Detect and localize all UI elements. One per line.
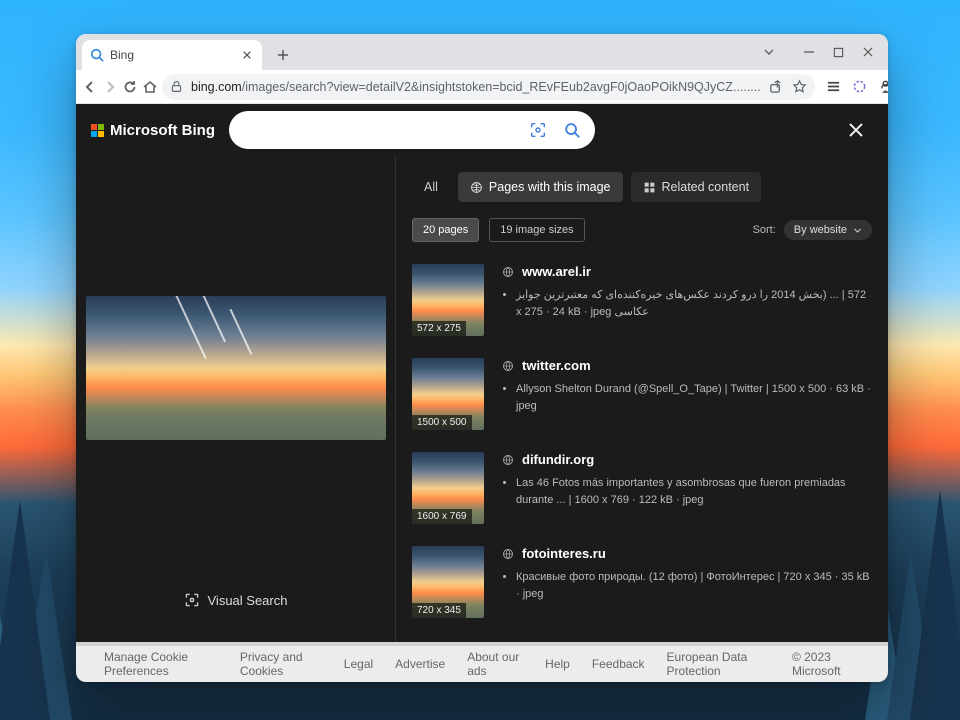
search-icon[interactable] bbox=[557, 115, 587, 145]
bing-favicon-icon bbox=[90, 48, 104, 62]
window-controls bbox=[763, 34, 884, 70]
browser-tab[interactable]: Bing bbox=[82, 40, 262, 70]
extension-icon[interactable] bbox=[875, 76, 888, 98]
chevron-down-icon bbox=[853, 226, 862, 235]
footer-link[interactable]: About our ads bbox=[467, 650, 523, 678]
footer-link[interactable]: Manage Cookie Preferences bbox=[104, 650, 218, 678]
result-detail: ‫572 | ... (بخش 2014 را درو کردند عکس‌ها… bbox=[516, 287, 872, 320]
search-box[interactable] bbox=[229, 111, 595, 149]
tab-strip: Bing bbox=[76, 34, 888, 70]
result-thumbnail[interactable]: 720 x 345 bbox=[412, 546, 484, 618]
share-icon[interactable] bbox=[769, 79, 784, 94]
footer-link[interactable]: Help bbox=[545, 657, 570, 671]
results-list: 572 x 275 www.arel.ir ‫572 | ... (بخش 20… bbox=[412, 264, 872, 618]
globe-icon bbox=[502, 266, 514, 278]
visual-search-label: Visual Search bbox=[208, 593, 288, 608]
nav-reload-button[interactable] bbox=[122, 74, 138, 100]
globe-icon bbox=[502, 454, 514, 466]
footer-link[interactable]: Advertise bbox=[395, 657, 445, 671]
result-item: 1500 x 500 twitter.com Allyson Shelton D… bbox=[412, 358, 872, 430]
extension-icon[interactable] bbox=[823, 76, 845, 98]
image-preview-pane: Visual Search bbox=[76, 156, 396, 642]
bing-header: Microsoft Bing bbox=[76, 104, 888, 156]
result-thumbnail[interactable]: 1600 x 769 bbox=[412, 452, 484, 524]
tab-close-icon[interactable] bbox=[240, 48, 254, 62]
thumb-dimensions: 1500 x 500 bbox=[412, 415, 472, 430]
page-footer: Manage Cookie Preferences Privacy and Co… bbox=[76, 642, 888, 682]
bookmark-star-icon[interactable] bbox=[792, 79, 807, 94]
sort-dropdown[interactable]: By website bbox=[784, 220, 872, 240]
result-site-link[interactable]: difundir.org bbox=[502, 452, 872, 467]
grid-icon bbox=[643, 181, 656, 194]
globe-grid-icon bbox=[470, 181, 483, 194]
chip-sizes[interactable]: 19 image sizes bbox=[489, 218, 584, 242]
thumb-dimensions: 1600 x 769 bbox=[412, 509, 472, 524]
bing-logo[interactable]: Microsoft Bing bbox=[90, 122, 215, 139]
overlay-close-button[interactable] bbox=[838, 112, 874, 148]
tab-pages-with-image[interactable]: Pages with this image bbox=[458, 172, 623, 202]
address-bar[interactable]: bing.com/images/search?view=detailV2&ins… bbox=[162, 74, 815, 100]
window-minimize-icon[interactable] bbox=[803, 46, 815, 58]
tab-title: Bing bbox=[110, 48, 234, 62]
new-tab-button[interactable] bbox=[270, 42, 296, 68]
result-detail: Allyson Shelton Durand (@Spell_O_Tape) |… bbox=[516, 381, 872, 414]
result-site-link[interactable]: www.arel.ir bbox=[502, 264, 872, 279]
result-item: 720 x 345 fotointeres.ru Красивые фото п… bbox=[412, 546, 872, 618]
visual-search-camera-icon[interactable] bbox=[523, 115, 553, 145]
result-detail: Красивые фото природы. (12 фото) | ФотоИ… bbox=[516, 569, 872, 602]
browser-toolbar: bing.com/images/search?view=detailV2&ins… bbox=[76, 70, 888, 104]
result-item: 572 x 275 www.arel.ir ‫572 | ... (بخش 20… bbox=[412, 264, 872, 336]
nav-forward-button[interactable] bbox=[102, 74, 118, 100]
nav-back-button[interactable] bbox=[82, 74, 98, 100]
window-maximize-icon[interactable] bbox=[833, 47, 844, 58]
url-text: bing.com/images/search?view=detailV2&ins… bbox=[191, 80, 761, 94]
globe-icon bbox=[502, 360, 514, 372]
page-content: Microsoft Bing bbox=[76, 104, 888, 682]
thumb-dimensions: 572 x 275 bbox=[412, 321, 466, 336]
footer-link[interactable]: Feedback bbox=[592, 657, 645, 671]
footer-link[interactable]: Legal bbox=[344, 657, 373, 671]
detail-tabs: All Pages with this image Related conten… bbox=[412, 172, 872, 202]
footer-copyright: © 2023 Microsoft bbox=[792, 650, 860, 678]
results-pane: All Pages with this image Related conten… bbox=[396, 156, 888, 642]
extensions-area bbox=[823, 76, 888, 98]
microsoft-logo-icon bbox=[90, 123, 104, 137]
search-input[interactable] bbox=[245, 122, 519, 138]
globe-icon bbox=[502, 548, 514, 560]
chip-pages[interactable]: 20 pages bbox=[412, 218, 479, 242]
extension-icon[interactable] bbox=[849, 76, 871, 98]
result-thumbnail[interactable]: 1500 x 500 bbox=[412, 358, 484, 430]
bing-logo-text: Microsoft Bing bbox=[110, 122, 215, 139]
visual-search-button[interactable]: Visual Search bbox=[184, 592, 288, 608]
result-thumbnail[interactable]: 572 x 275 bbox=[412, 264, 484, 336]
browser-window: Bing bing.com/images/search?view=detailV… bbox=[76, 34, 888, 682]
filter-row: 20 pages 19 image sizes Sort: By website bbox=[412, 218, 872, 242]
main-image[interactable] bbox=[86, 296, 386, 440]
footer-link[interactable]: Privacy and Cookies bbox=[240, 650, 322, 678]
tab-related-content[interactable]: Related content bbox=[631, 172, 762, 202]
tab-overflow-icon[interactable] bbox=[763, 46, 775, 58]
lock-icon bbox=[170, 80, 183, 93]
window-close-icon[interactable] bbox=[862, 46, 874, 58]
nav-home-button[interactable] bbox=[142, 74, 158, 100]
result-item: 1600 x 769 difundir.org Las 46 Fotos más… bbox=[412, 452, 872, 524]
thumb-dimensions: 720 x 345 bbox=[412, 603, 466, 618]
tab-all[interactable]: All bbox=[412, 172, 450, 202]
result-site-link[interactable]: fotointeres.ru bbox=[502, 546, 872, 561]
footer-link[interactable]: European Data Protection bbox=[667, 650, 770, 678]
result-site-link[interactable]: twitter.com bbox=[502, 358, 872, 373]
sort-label: Sort: bbox=[753, 224, 776, 236]
result-detail: Las 46 Fotos más importantes y asombrosa… bbox=[516, 475, 872, 508]
